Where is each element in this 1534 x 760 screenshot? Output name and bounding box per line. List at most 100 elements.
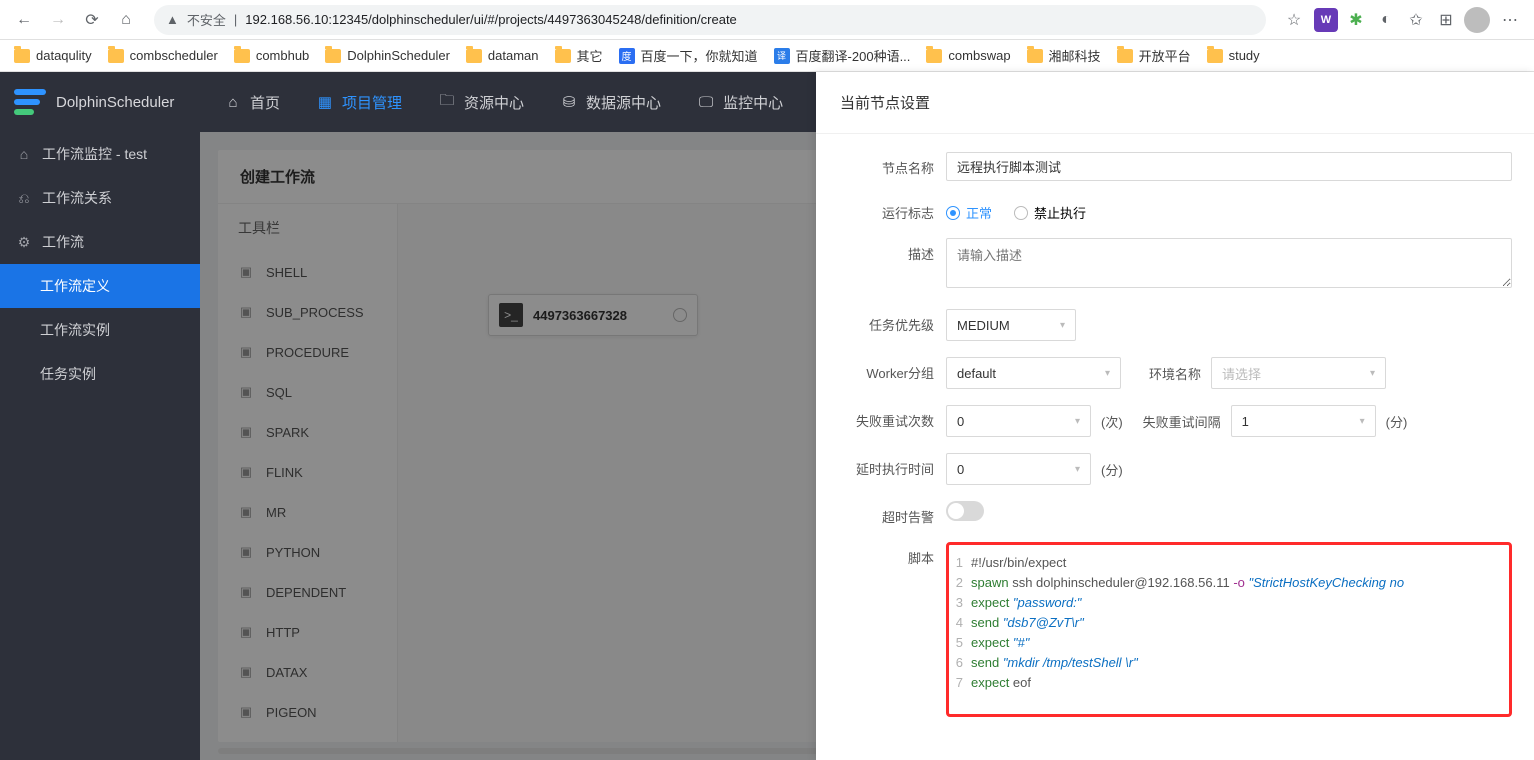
palette-item[interactable]: ▣SUB_PROCESS <box>218 292 397 332</box>
nav-label: 首页 <box>250 92 280 113</box>
task-type-icon: ▣ <box>238 704 254 720</box>
bookmark-item[interactable]: 湘邮科技 <box>1027 46 1101 65</box>
home-button[interactable]: ⌂ <box>112 6 140 34</box>
palette-label: HTTP <box>266 625 300 640</box>
folder-icon <box>325 49 341 63</box>
folder-icon <box>1117 49 1133 63</box>
sidebar-item[interactable]: 工作流定义 <box>0 264 200 308</box>
insecure-icon: ▲ <box>166 12 179 27</box>
code-line: 3expect "password:" <box>949 593 1503 613</box>
profile-avatar[interactable] <box>1464 7 1490 33</box>
app-logo[interactable]: DolphinScheduler <box>14 89 200 115</box>
bookmark-item[interactable]: dataqulity <box>14 48 92 63</box>
bookmark-label: study <box>1229 48 1260 63</box>
bookmark-item[interactable]: combswap <box>926 48 1010 63</box>
reload-button[interactable]: ⟳ <box>78 6 106 34</box>
task-type-icon: ▣ <box>238 624 254 640</box>
bookmark-item[interactable]: 译百度翻译-200种语... <box>774 46 911 65</box>
forward-button[interactable]: → <box>44 6 72 34</box>
sidebar-item[interactable]: ⌂工作流监控 - test <box>0 132 200 176</box>
back-button[interactable]: ← <box>10 6 38 34</box>
sidebar-item[interactable]: ⎌工作流关系 <box>0 176 200 220</box>
palette-item[interactable]: ▣ HTTP <box>218 612 397 652</box>
node-name-input[interactable] <box>946 152 1512 181</box>
bookmark-item[interactable]: 度百度一下，你就知道 <box>619 46 758 65</box>
palette-label: SQL <box>266 385 292 400</box>
bookmark-bar: dataqulity combscheduler combhub DolphinSch… <box>0 40 1534 72</box>
chevron-down-icon: ▾ <box>1105 368 1110 379</box>
sidebar-item[interactable]: 工作流实例 <box>0 308 200 352</box>
bookmark-item[interactable]: dataman <box>466 48 539 63</box>
favorites-icon[interactable]: ✩ <box>1404 8 1428 32</box>
line-number: 2 <box>949 573 971 593</box>
worker-select[interactable]: default▾ <box>946 357 1121 389</box>
label-priority: 任务优先级 <box>816 309 946 334</box>
address-bar[interactable]: ▲ 不安全 | 192.168.56.10:12345/dolphinsched… <box>154 5 1266 35</box>
nav-item[interactable]: ⌂首页 <box>210 84 294 121</box>
evernote-icon[interactable]: ✱ <box>1344 8 1368 32</box>
palette-label: FLINK <box>266 465 303 480</box>
more-icon[interactable]: ⋯ <box>1496 6 1524 34</box>
radio-normal[interactable]: 正常 <box>946 203 992 222</box>
bookmark-item[interactable]: DolphinScheduler <box>325 48 450 63</box>
palette-item[interactable]: ▣PIGEON <box>218 692 397 732</box>
radio-forbid[interactable]: 禁止执行 <box>1014 203 1086 222</box>
palette-item[interactable]: ▣ SQL <box>218 372 397 412</box>
nav-item[interactable]: ⛁数据源中心 <box>546 84 675 121</box>
interval-unit: (分) <box>1386 412 1408 431</box>
sidebar-item[interactable]: 任务实例 <box>0 352 200 396</box>
bookmark-item[interactable]: combhub <box>234 48 309 63</box>
site-icon: 译 <box>774 48 790 64</box>
palette-label: DATAX <box>266 665 307 680</box>
priority-select[interactable]: MEDIUM▾ <box>946 309 1076 341</box>
site-icon: 度 <box>619 48 635 64</box>
code-text: send "dsb7@ZvT\r" <box>971 613 1084 633</box>
browser-toolbar: ← → ⟳ ⌂ ▲ 不安全 | 192.168.56.10:12345/dolp… <box>0 0 1534 40</box>
folder-icon <box>1207 49 1223 63</box>
task-palette: 工具栏 ▣SHELL▣SUB_PROCESS▣PROCEDURE▣SQL▣SPA… <box>218 204 398 742</box>
favorite-icon[interactable]: ☆ <box>1280 6 1308 34</box>
palette-label: PROCEDURE <box>266 345 349 360</box>
bookmark-label: DolphinScheduler <box>347 48 450 63</box>
timeout-toggle[interactable] <box>946 501 984 521</box>
bookmark-item[interactable]: 其它 <box>555 46 603 65</box>
chevron-down-icon: ▾ <box>1075 464 1080 475</box>
nav-item[interactable]: 🗀资源中心 <box>424 84 538 121</box>
palette-item[interactable]: ▣PROCEDURE <box>218 332 397 372</box>
palette-item[interactable]: ▣FLINK <box>218 452 397 492</box>
delay-select[interactable]: 0▾ <box>946 453 1091 485</box>
nav-item[interactable]: 🖵监控中心 <box>683 84 797 121</box>
extension-icon[interactable]: W <box>1314 8 1338 32</box>
desc-input[interactable] <box>946 238 1512 288</box>
extension-icon-2[interactable]: ◐ <box>1374 8 1398 32</box>
retry-select[interactable]: 0▾ <box>946 405 1091 437</box>
palette-item[interactable]: ▣SHELL <box>218 252 397 292</box>
env-select[interactable]: 请选择▾ <box>1211 357 1386 389</box>
bookmark-item[interactable]: combscheduler <box>108 48 218 63</box>
palette-item[interactable]: ▣DATAX <box>218 652 397 692</box>
task-type-icon: ▣ <box>238 264 254 280</box>
palette-item[interactable]: ▣DEPENDENT <box>218 572 397 612</box>
script-editor[interactable]: 1#!/usr/bin/expect2spawn ssh dolphinsche… <box>946 542 1512 717</box>
app-root: DolphinScheduler ⌂首页▦项目管理🗀资源中心⛁数据源中心🖵监控中… <box>0 72 1534 760</box>
interval-select[interactable]: 1▾ <box>1231 405 1376 437</box>
palette-item[interactable]: ▣MR <box>218 492 397 532</box>
sidebar-item[interactable]: ⚙工作流 <box>0 220 200 264</box>
code-line: 7expect eof <box>949 673 1503 693</box>
code-text: spawn ssh dolphinscheduler@192.168.56.11… <box>971 573 1404 593</box>
bookmark-item[interactable]: 开放平台 <box>1117 46 1191 65</box>
task-type-icon: ▣ <box>238 424 254 440</box>
nav-label: 数据源中心 <box>586 92 661 113</box>
task-type-icon: ▣ <box>238 384 254 400</box>
bookmark-item[interactable]: study <box>1207 48 1260 63</box>
task-node[interactable]: >_ 4497363667328 <box>488 294 698 336</box>
palette-label: DEPENDENT <box>266 585 346 600</box>
task-type-icon: ▣ <box>238 504 254 520</box>
sidebar-icon: ⚙ <box>16 234 32 251</box>
palette-item[interactable]: ▣PYTHON <box>218 532 397 572</box>
bookmark-label: dataqulity <box>36 48 92 63</box>
collections-icon[interactable]: ⊞ <box>1434 8 1458 32</box>
nav-icon: ▦ <box>316 93 334 111</box>
palette-item[interactable]: ▣SPARK <box>218 412 397 452</box>
nav-item[interactable]: ▦项目管理 <box>302 84 416 121</box>
